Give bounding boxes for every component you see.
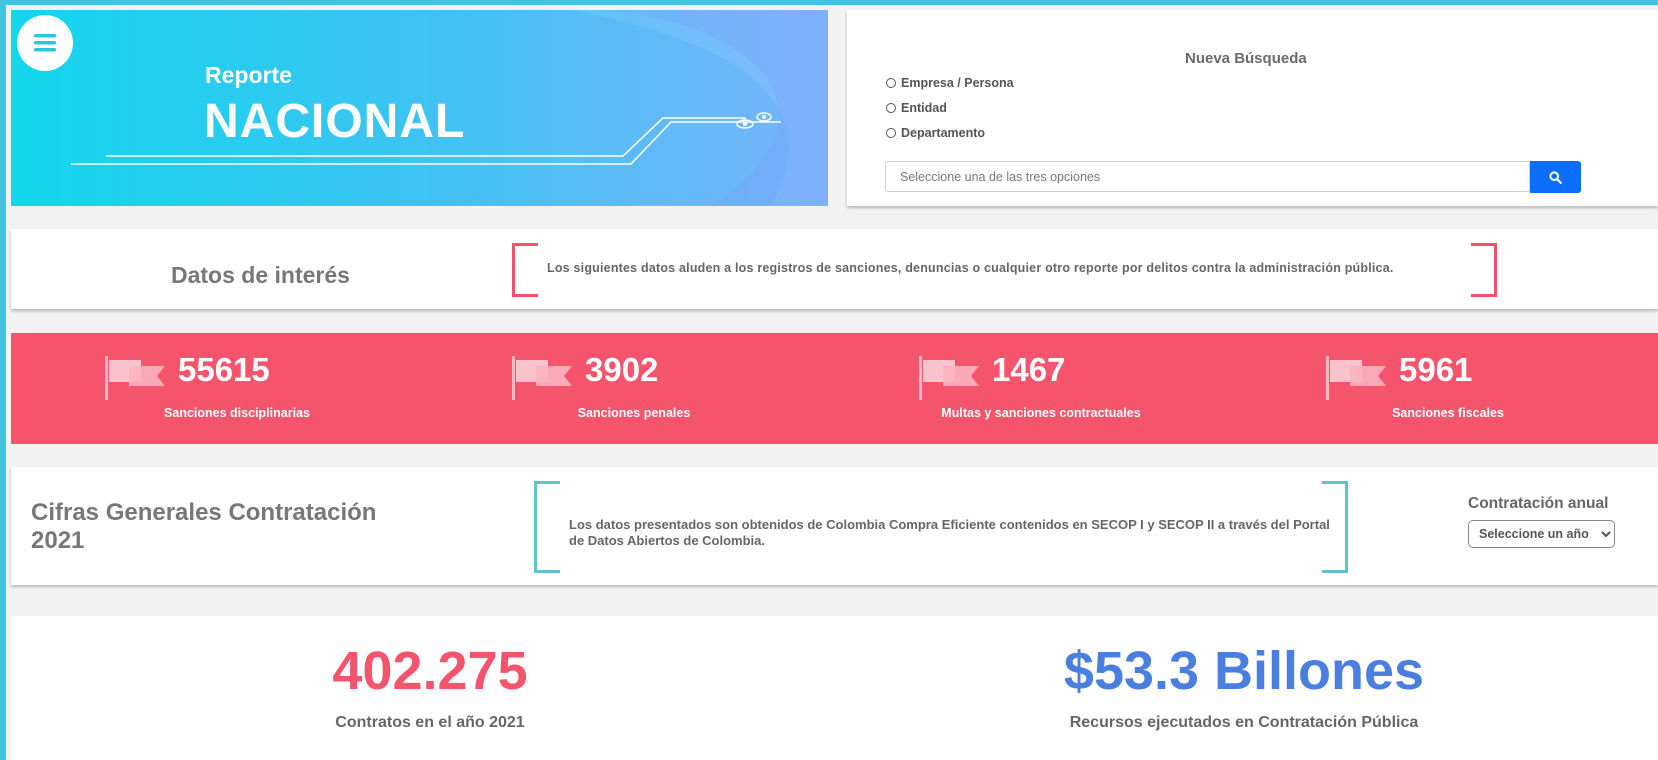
option-empresa-persona[interactable]: Empresa / Persona xyxy=(886,76,1014,90)
interest-title: Datos de interés xyxy=(171,262,350,288)
cifras-section: Cifras Generales Contratación 2021 Los d… xyxy=(11,467,1658,585)
stat-label: Sanciones penales xyxy=(577,406,691,420)
contracts-label: Contratos en el año 2021 xyxy=(335,714,525,731)
bracket-left xyxy=(512,243,538,297)
totals-section: 402.275 Contratos en el año 2021 $53.3 B… xyxy=(11,616,1658,760)
search-icon xyxy=(1549,170,1562,184)
menu-button[interactable] xyxy=(17,15,73,71)
search-title: Nueva Búsqueda xyxy=(1185,50,1307,67)
stat-label: Multas y sanciones contractuales xyxy=(941,406,1141,420)
option-label: Departamento xyxy=(901,126,986,140)
flag-icon xyxy=(105,356,165,400)
stat-label: Sanciones disciplinarias xyxy=(164,406,310,420)
search-input[interactable] xyxy=(885,161,1530,192)
flag-icon xyxy=(1326,356,1386,400)
option-label: Entidad xyxy=(901,101,947,115)
stat-value: 1467 xyxy=(992,351,1066,388)
option-entidad[interactable]: Entidad xyxy=(886,101,947,115)
banner-subtitle: Reporte xyxy=(205,62,292,88)
bracket-left xyxy=(534,481,560,573)
cifras-text: Los datos presentados son obtenidos de C… xyxy=(569,517,1330,548)
annual-contracting-label: Contratación anual xyxy=(1468,495,1609,512)
search-button[interactable] xyxy=(1530,161,1581,193)
flag-icon xyxy=(919,356,979,400)
interest-text: Los siguientes datos aluden a los regist… xyxy=(547,261,1394,275)
interest-section: Datos de interés Los siguientes datos al… xyxy=(11,229,1658,309)
radio-button[interactable] xyxy=(886,78,896,88)
year-select[interactable]: Seleccione un año xyxy=(1468,520,1615,548)
stat-value: 3902 xyxy=(585,351,659,388)
contracts-count: 402.275 xyxy=(332,641,528,701)
hamburger-icon xyxy=(34,34,56,52)
radio-button[interactable] xyxy=(886,128,896,138)
banner-title: NACIONAL xyxy=(204,95,466,148)
resources-label: Recursos ejecutados en Contratación Públ… xyxy=(1069,714,1419,731)
stat-value: 5961 xyxy=(1399,351,1473,388)
bracket-right xyxy=(1471,243,1497,297)
report-banner: Reporte NACIONAL xyxy=(11,10,828,206)
resources-amount: $53.3 Billones xyxy=(1063,641,1425,701)
search-panel: Nueva Búsqueda Empresa / Persona Entidad… xyxy=(847,10,1658,206)
radio-button[interactable] xyxy=(886,103,896,113)
option-label: Empresa / Persona xyxy=(901,76,1014,90)
sanctions-stats: 55615 Sanciones disciplinarias 3902 Sanc… xyxy=(11,333,1658,444)
stat-label: Sanciones fiscales xyxy=(1392,406,1504,420)
bracket-right xyxy=(1322,481,1348,573)
cifras-title: Cifras Generales Contratación 2021 xyxy=(31,499,377,554)
stat-value: 55615 xyxy=(178,351,270,388)
flag-icon xyxy=(512,356,572,400)
option-departamento[interactable]: Departamento xyxy=(886,126,985,140)
